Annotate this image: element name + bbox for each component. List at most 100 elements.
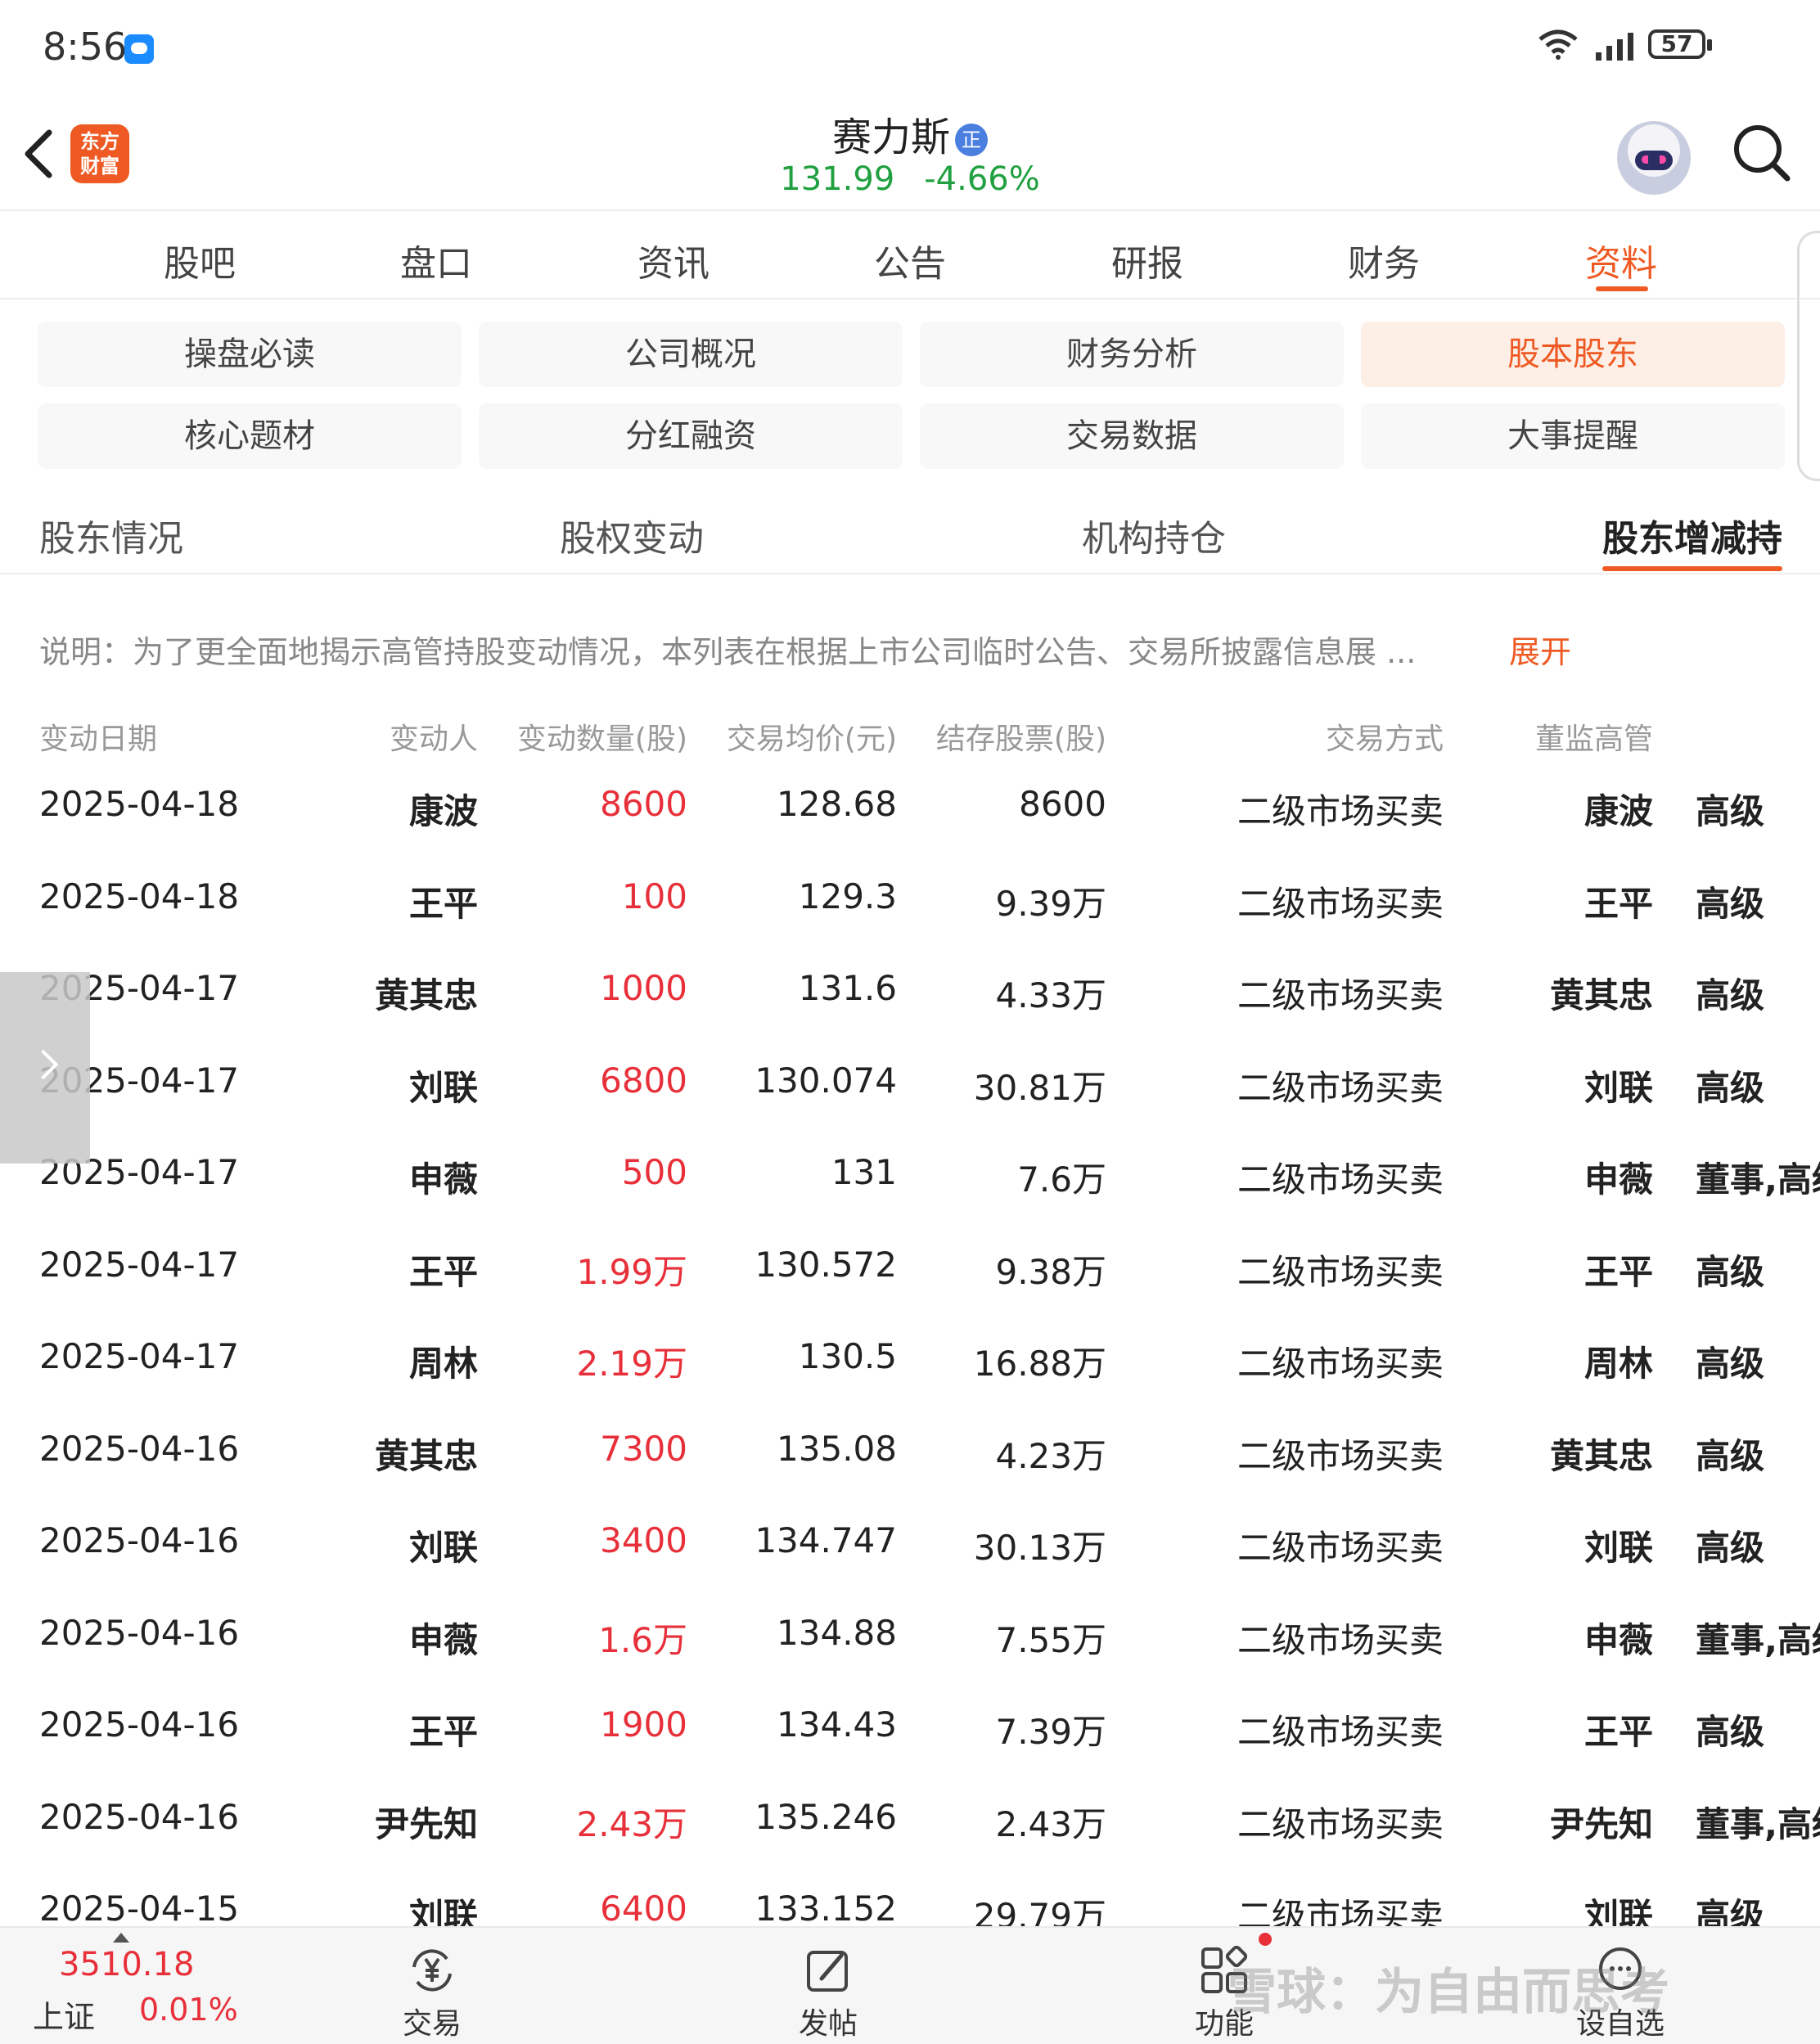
expand-link[interactable]: 展开 (1509, 627, 1571, 672)
cell-trade-method: 二级市场买卖 (1237, 1068, 1444, 1108)
nav-label: 交易 (402, 2007, 462, 2041)
cell-executive: 周林 (1583, 1344, 1653, 1384)
category-core-themes[interactable]: 核心题材 (38, 403, 462, 469)
description-note: 说明：为了更全面地揭示高管持股变动情况，本列表在根据上市公司临时公告、交易所披露… (39, 634, 1417, 670)
tab-profile[interactable]: 资料 (1585, 234, 1657, 286)
cell-quantity: 2.43万 (576, 1804, 687, 1844)
index-change[interactable]: 0.01% (139, 1992, 238, 2028)
index-value[interactable]: 3510.18 (59, 1946, 194, 1983)
cell-holdings: 7.6万 (1017, 1159, 1106, 1200)
cell-trade-method: 二级市场买卖 (1237, 1804, 1444, 1844)
cell-executive: 王平 (1583, 1712, 1653, 1752)
cell-role: 董事,高级 (1696, 1620, 1820, 1660)
stock-change-pct: -4.66% (924, 160, 1040, 198)
cell-trade-method: 二级市场买卖 (1237, 1252, 1444, 1292)
stock-title: 赛力斯正 (0, 105, 1820, 162)
cell-role: 高级 (1696, 1436, 1765, 1476)
side-drawer-handle[interactable] (0, 972, 90, 1164)
tab-pankou[interactable]: 盘口 (400, 234, 472, 286)
category-shares-holders[interactable]: 股本股东 (1361, 322, 1785, 387)
stock-price: 131.99 (780, 160, 895, 198)
category-trading-must-read[interactable]: 操盘必读 (38, 322, 462, 387)
cell-date: 2025-04-16 (39, 1520, 240, 1560)
cell-quantity: 1.99万 (576, 1252, 687, 1292)
yen-cycle-icon (412, 1949, 452, 1992)
side-panel-edge[interactable] (1797, 231, 1820, 481)
cell-trade-method: 二级市场买卖 (1237, 1436, 1444, 1476)
tab-guba[interactable]: 股吧 (164, 234, 236, 286)
cell-role: 高级 (1696, 791, 1765, 831)
category-trading-data[interactable]: 交易数据 (920, 403, 1344, 469)
cell-date: 2025-04-15 (39, 1889, 240, 1929)
cell-executive: 申薇 (1583, 1159, 1653, 1200)
cell-person: 刘联 (408, 1528, 478, 1568)
search-icon[interactable] (1732, 123, 1791, 182)
subtab-equity-changes[interactable]: 股权变动 (560, 509, 704, 561)
cell-role: 高级 (1696, 1252, 1765, 1292)
cell-executive: 尹先知 (1549, 1804, 1653, 1844)
cell-role: 高级 (1696, 1528, 1765, 1568)
cell-quantity: 100 (621, 876, 687, 916)
status-icons: 57 (1535, 28, 1712, 61)
cell-holdings: 30.13万 (973, 1528, 1106, 1568)
notification-dot (1259, 1933, 1272, 1946)
cell-quantity: 1900 (600, 1704, 687, 1745)
nav-trade[interactable]: 交易 (350, 1944, 514, 2042)
cell-date: 2025-04-17 (39, 1336, 240, 1376)
subtab-institutional-holdings[interactable]: 机构持仓 (1082, 509, 1226, 561)
cell-role: 高级 (1696, 975, 1765, 1015)
active-tab-indicator (1596, 286, 1648, 291)
cell-quantity: 6400 (600, 1889, 687, 1929)
cell-avg-price: 130.5 (798, 1336, 897, 1376)
cell-quantity: 8600 (600, 784, 687, 824)
nav-post[interactable]: 发帖 (746, 1944, 910, 2042)
ai-assistant-avatar[interactable] (1617, 121, 1691, 195)
cell-executive: 王平 (1583, 1252, 1653, 1292)
status-time: 8:56 (43, 25, 128, 69)
edit-icon (807, 1951, 848, 1992)
cell-avg-price: 128.68 (777, 784, 897, 824)
tab-research[interactable]: 研报 (1111, 234, 1183, 286)
cell-person: 王平 (408, 1252, 478, 1292)
cell-trade-method: 二级市场买卖 (1237, 975, 1444, 1015)
cell-person: 申薇 (408, 1620, 478, 1660)
tab-news[interactable]: 资讯 (637, 234, 710, 286)
subtab-shareholders[interactable]: 股东情况 (39, 509, 183, 561)
cell-executive: 王平 (1583, 884, 1653, 924)
cell-avg-price: 135.08 (777, 1429, 897, 1469)
cell-executive: 刘联 (1583, 1068, 1653, 1108)
category-financial-analysis[interactable]: 财务分析 (920, 322, 1344, 387)
cell-quantity: 7300 (600, 1429, 687, 1469)
cell-date: 2025-04-16 (39, 1613, 240, 1653)
cell-date: 2025-04-18 (39, 784, 240, 824)
category-company-overview[interactable]: 公司概况 (479, 322, 903, 387)
tab-announcements[interactable]: 公告 (874, 234, 946, 286)
column-header: 结存股票(股) (935, 723, 1106, 756)
stock-name: 赛力斯 (831, 115, 950, 160)
cell-holdings: 9.39万 (995, 884, 1106, 924)
column-header: 变动数量(股) (516, 723, 687, 756)
cell-person: 黄其忠 (374, 1436, 478, 1476)
cell-person: 康波 (408, 791, 478, 831)
cell-avg-price: 129.3 (798, 876, 897, 916)
category-dividends-financing[interactable]: 分红融资 (479, 403, 903, 469)
cell-date: 2025-04-16 (39, 1704, 240, 1745)
index-name[interactable]: 上证 (33, 1992, 95, 2037)
wifi-icon (1535, 28, 1581, 61)
caret-up-icon[interactable] (113, 1933, 129, 1943)
cell-date: 2025-04-18 (39, 876, 240, 916)
cell-quantity: 6800 (600, 1060, 687, 1101)
cell-holdings: 2.43万 (995, 1804, 1106, 1844)
cell-trade-method: 二级市场买卖 (1237, 884, 1444, 924)
battery-icon: 57 (1648, 29, 1712, 59)
cell-holdings: 4.23万 (995, 1436, 1106, 1476)
cell-person: 黄其忠 (374, 975, 478, 1015)
cell-avg-price: 135.246 (755, 1797, 897, 1837)
column-header: 交易方式 (1325, 723, 1444, 756)
cell-person: 周林 (408, 1344, 478, 1384)
category-event-reminders[interactable]: 大事提醒 (1361, 403, 1785, 469)
active-subtab-indicator (1602, 566, 1782, 571)
subtab-holder-changes[interactable]: 股东增减持 (1602, 509, 1782, 561)
cell-quantity: 3400 (600, 1520, 687, 1560)
tab-finance[interactable]: 财务 (1348, 234, 1420, 286)
